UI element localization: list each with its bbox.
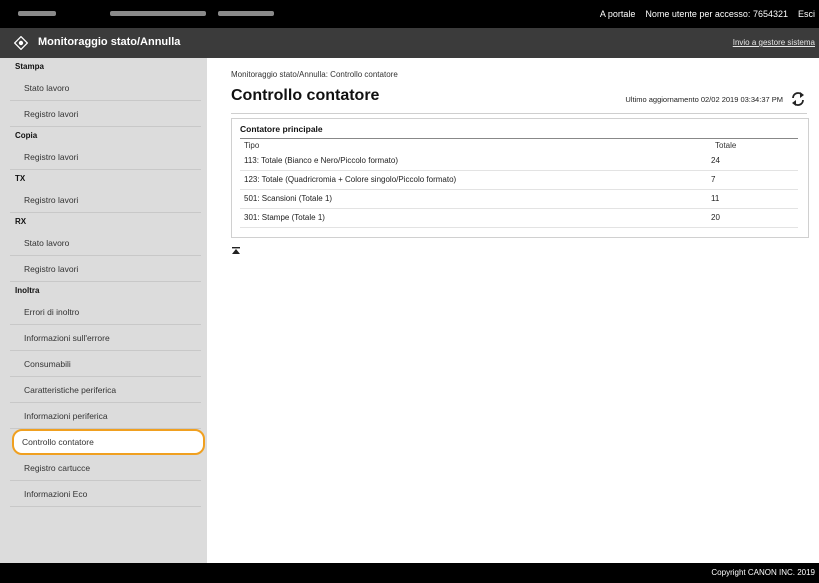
column-header-type: Tipo — [244, 141, 260, 150]
sidebar-section-inoltra: Inoltra — [15, 286, 40, 295]
sidebar-item-tx-registro-lavori[interactable]: Registro lavori — [0, 187, 207, 213]
refresh-icon[interactable] — [789, 90, 807, 108]
monitor-logo-icon — [14, 36, 28, 50]
row-name: 301: Stampe (Totale 1) — [244, 213, 325, 222]
send-to-admin-link[interactable]: Invio a gestore sistema — [733, 38, 815, 47]
row-name: 113: Totale (Bianco e Nero/Piccolo forma… — [244, 156, 399, 165]
sidebar-item-stampa-stato-lavoro[interactable]: Stato lavoro — [0, 75, 207, 101]
row-value: 20 — [711, 213, 720, 222]
row-name: 123: Totale (Quadricromia + Colore singo… — [244, 175, 457, 184]
sidebar-item-copia-registro-lavori[interactable]: Registro lavori — [0, 144, 207, 170]
portal-link[interactable]: A portale — [600, 9, 636, 19]
redacted-device-id — [218, 11, 274, 16]
redacted-device-name — [18, 11, 56, 16]
breadcrumb: Monitoraggio stato/Annulla: Controllo co… — [231, 70, 398, 79]
sidebar-item-informazioni-errore[interactable]: Informazioni sull'errore — [0, 325, 207, 351]
sidebar-item-caratteristiche-periferica[interactable]: Caratteristiche periferica — [0, 377, 207, 403]
panel-title: Contatore principale — [240, 124, 323, 134]
row-value: 24 — [711, 156, 720, 165]
sidebar-item-informazioni-periferica[interactable]: Informazioni periferica — [0, 403, 207, 429]
sidebar-section-tx: TX — [15, 174, 26, 183]
row-value: 11 — [711, 194, 720, 203]
sidebar: Stampa Stato lavoro Registro lavori Copi… — [0, 58, 207, 563]
redacted-device-address — [110, 11, 206, 16]
table-row: 501: Scansioni (Totale 1) 11 — [240, 190, 798, 209]
panel-divider — [240, 138, 798, 139]
logout-link[interactable]: Esci — [798, 9, 815, 19]
sidebar-item-registro-cartucce[interactable]: Registro cartucce — [0, 455, 207, 481]
main-content: Monitoraggio stato/Annulla: Controllo co… — [207, 58, 819, 563]
user-label: Nome utente per accesso: — [645, 9, 751, 19]
counter-panel: Contatore principale Tipo Totale 113: To… — [231, 118, 809, 238]
sidebar-section-copia: Copia — [15, 131, 38, 140]
footer: Copyright CANON INC. 2019 — [0, 563, 819, 583]
sidebar-item-consumabili[interactable]: Consumabili — [0, 351, 207, 377]
sidebar-section-stampa: Stampa — [15, 62, 44, 71]
table-row: 123: Totale (Quadricromia + Colore singo… — [240, 171, 798, 190]
sidebar-item-rx-stato-lavoro[interactable]: Stato lavoro — [0, 230, 207, 256]
back-to-top-icon[interactable] — [231, 246, 241, 256]
copyright-text: Copyright CANON INC. 2019 — [711, 568, 815, 577]
row-name: 501: Scansioni (Totale 1) — [244, 194, 333, 203]
sidebar-item-informazioni-eco[interactable]: Informazioni Eco — [0, 481, 207, 507]
last-updated-text: Ultimo aggiornamento 02/02 2019 03:34:37… — [625, 95, 783, 104]
sidebar-item-rx-registro-lavori[interactable]: Registro lavori — [0, 256, 207, 282]
column-header-total: Totale — [715, 141, 737, 150]
sidebar-section-rx: RX — [15, 217, 27, 226]
sidebar-item-stampa-registro-lavori[interactable]: Registro lavori — [0, 101, 207, 127]
row-value: 7 — [711, 175, 716, 184]
table-row: 113: Totale (Bianco e Nero/Piccolo forma… — [240, 152, 798, 171]
user-value: 7654321 — [752, 9, 788, 19]
page-header-title: Monitoraggio stato/Annulla — [38, 36, 181, 48]
title-divider — [231, 113, 807, 114]
top-bar: A portale Nome utente per accesso: 76543… — [0, 0, 819, 28]
table-row: 301: Stampe (Totale 1) 20 — [240, 209, 798, 228]
title-bar: Monitoraggio stato/Annulla Invio a gesto… — [0, 28, 819, 58]
sidebar-item-controllo-contatore[interactable]: Controllo contatore — [12, 429, 205, 455]
sidebar-item-errori-di-inoltro[interactable]: Errori di inoltro — [0, 299, 207, 325]
page-title: Controllo contatore — [231, 87, 380, 104]
